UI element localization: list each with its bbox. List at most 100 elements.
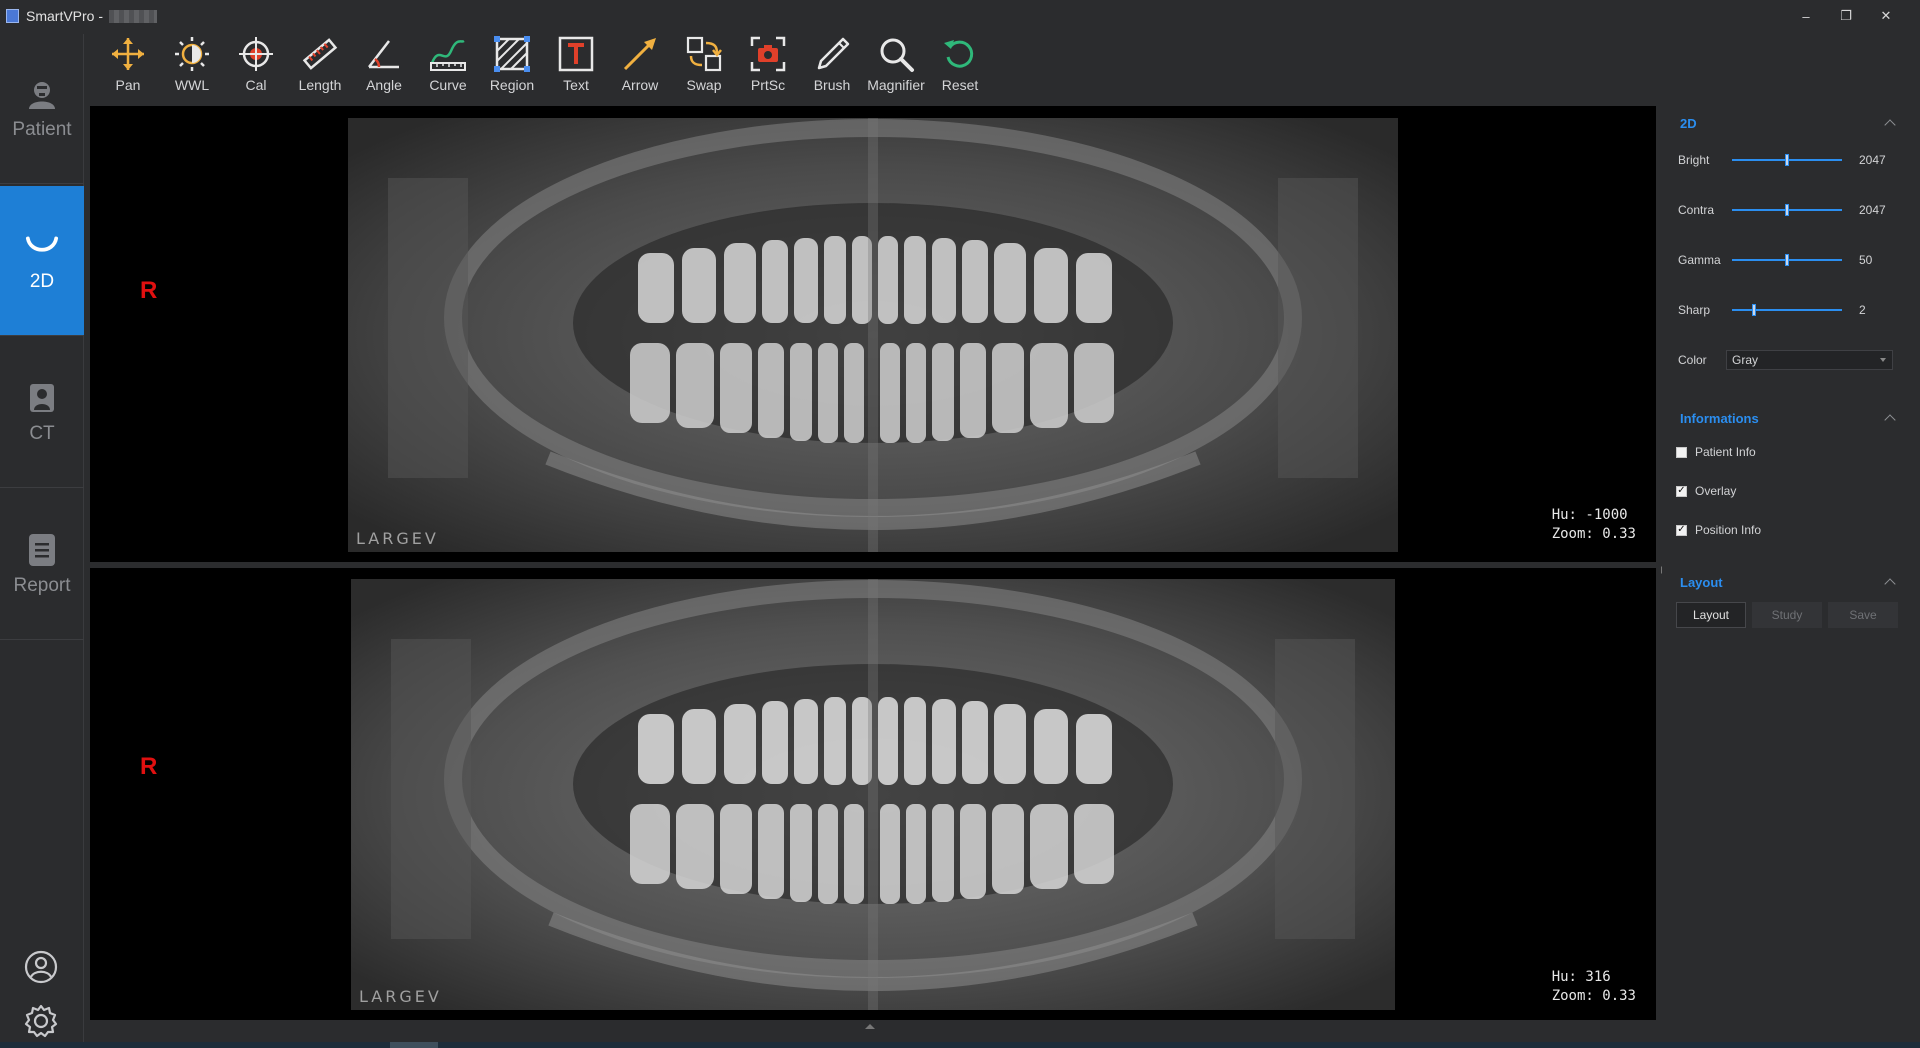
tool-label: Magnifier xyxy=(867,77,925,93)
tool-prtsc[interactable]: PrtSc xyxy=(736,34,800,102)
wwl-icon xyxy=(172,34,212,74)
slider-track[interactable] xyxy=(1732,304,1842,316)
chevron-up-icon[interactable] xyxy=(1884,119,1896,131)
camera-icon xyxy=(748,34,788,74)
slider-label: Contra xyxy=(1678,203,1715,217)
chevron-up-icon[interactable] xyxy=(1884,578,1896,590)
restore-button[interactable]: ❐ xyxy=(1826,8,1866,24)
slider-thumb[interactable] xyxy=(1752,304,1756,316)
app-title: SmartVPro - xyxy=(26,8,104,24)
sidebar-item-patient[interactable]: Patient xyxy=(0,34,84,184)
tool-pan[interactable]: Pan xyxy=(96,34,160,102)
ct-scanner-icon xyxy=(25,381,59,415)
slider-contrast: Contra 2047 xyxy=(1678,198,1908,222)
slider-thumb[interactable] xyxy=(1785,154,1789,166)
checkbox-label: Patient Info xyxy=(1695,445,1756,459)
tool-label: Angle xyxy=(366,77,402,93)
layout-button[interactable]: Layout xyxy=(1676,602,1746,628)
tool-region[interactable]: Region xyxy=(480,34,544,102)
slider-thumb[interactable] xyxy=(1785,204,1789,216)
status-bar xyxy=(0,1042,1920,1048)
tool-label: Cal xyxy=(245,77,267,93)
slider-track[interactable] xyxy=(1732,204,1842,216)
sidebar-item-label: 2D xyxy=(29,270,55,292)
text-icon xyxy=(556,34,596,74)
close-button[interactable]: ✕ xyxy=(1866,8,1906,24)
panoramic-xray-image[interactable]: LARGEV xyxy=(348,118,1398,552)
sidebar-item-report[interactable]: Report xyxy=(0,490,84,640)
section-layout-header[interactable]: Layout xyxy=(1680,570,1900,594)
tool-reset[interactable]: Reset xyxy=(928,34,992,102)
color-select[interactable]: Gray xyxy=(1726,350,1893,370)
swap-icon xyxy=(684,34,724,74)
tool-swap[interactable]: Swap xyxy=(672,34,736,102)
study-button[interactable]: Study xyxy=(1752,602,1822,628)
tool-brush[interactable]: Brush xyxy=(800,34,864,102)
tool-label: Swap xyxy=(686,77,722,93)
slider-value: 2047 xyxy=(1859,153,1886,167)
angle-icon xyxy=(364,34,404,74)
checkbox[interactable] xyxy=(1676,446,1687,458)
save-button[interactable]: Save xyxy=(1828,602,1898,628)
tool-label: Region xyxy=(489,77,535,93)
section-title: Informations xyxy=(1680,410,1759,426)
slider-sharp: Sharp 2 xyxy=(1678,298,1908,322)
section-info-header[interactable]: Informations xyxy=(1680,406,1900,430)
overlay-info: Hu: -1000 Zoom: 0.33 xyxy=(1552,506,1636,544)
tool-wwl[interactable]: WWL xyxy=(160,34,224,102)
brush-icon xyxy=(812,34,852,74)
sidebar-item-ct[interactable]: CT xyxy=(0,338,84,488)
pan-icon xyxy=(108,34,148,74)
splitter-handle[interactable] xyxy=(865,1024,875,1029)
panoramic-xray-image[interactable]: LARGEV xyxy=(351,579,1395,1010)
gear-icon[interactable] xyxy=(22,1002,60,1040)
hu-readout: Hu: -1000 xyxy=(1551,507,1628,523)
tool-label: Brush xyxy=(813,77,851,93)
checkbox-position-info[interactable]: Position Info xyxy=(1676,520,1896,540)
arrow-icon xyxy=(620,34,660,74)
slider-label: Bright xyxy=(1678,153,1710,167)
chevron-up-icon[interactable] xyxy=(1884,414,1896,426)
viewport-top[interactable]: LARGEV R Hu: -1000 Zoom: 0.33 xyxy=(90,106,1656,562)
tool-magnifier[interactable]: Magnifier xyxy=(864,34,928,102)
checkbox[interactable] xyxy=(1676,524,1687,536)
right-panel: 2D Bright 2047 Contra 2047 Gamma 50 Shar… xyxy=(1662,106,1920,1020)
taskbar-chip xyxy=(390,1042,438,1048)
tool-label: Length xyxy=(298,77,342,93)
layout-buttons: Layout Study Save xyxy=(1676,602,1906,628)
tool-arrow[interactable]: Arrow xyxy=(608,34,672,102)
checkbox-label: Position Info xyxy=(1695,523,1762,537)
slider-label: Sharp xyxy=(1678,303,1711,317)
image-viewer: LARGEV R Hu: -1000 Zoom: 0.33 LARGEV R H… xyxy=(90,106,1656,1020)
section-2d-header[interactable]: 2D xyxy=(1680,111,1900,135)
patient-icon xyxy=(25,77,59,111)
tool-angle[interactable]: Angle xyxy=(352,34,416,102)
checkbox-patient-info[interactable]: Patient Info xyxy=(1676,442,1896,462)
viewport-bottom[interactable]: LARGEV R Hu: 316 Zoom: 0.33 xyxy=(90,568,1656,1020)
color-select-value: Gray xyxy=(1732,353,1759,367)
sidebar-item-label: Patient xyxy=(12,118,72,140)
tool-text[interactable]: Text xyxy=(544,34,608,102)
slider-bright: Bright 2047 xyxy=(1678,148,1908,172)
color-row: Color Gray xyxy=(1678,349,1908,371)
tool-label: PrtSc xyxy=(750,77,786,93)
checkbox[interactable] xyxy=(1676,485,1687,497)
tool-curve[interactable]: Curve xyxy=(416,34,480,102)
color-label: Color xyxy=(1678,353,1707,367)
slider-thumb[interactable] xyxy=(1785,254,1789,266)
calibrate-icon xyxy=(236,34,276,74)
minimize-button[interactable]: – xyxy=(1786,9,1826,24)
slider-track[interactable] xyxy=(1732,154,1842,166)
section-title: Layout xyxy=(1680,574,1723,590)
tool-cal[interactable]: Cal xyxy=(224,34,288,102)
checkbox-overlay[interactable]: Overlay xyxy=(1676,481,1896,501)
user-icon[interactable] xyxy=(22,948,60,986)
brand-watermark: LARGEV xyxy=(356,529,439,548)
tool-length[interactable]: Length xyxy=(288,34,352,102)
zoom-readout: Zoom: 0.33 xyxy=(1551,988,1636,1004)
side-marker: R xyxy=(140,277,158,304)
sidebar-item-2d[interactable]: 2D xyxy=(0,186,84,336)
section-title: 2D xyxy=(1680,115,1697,131)
slider-track[interactable] xyxy=(1732,254,1842,266)
slider-value: 50 xyxy=(1859,253,1873,267)
